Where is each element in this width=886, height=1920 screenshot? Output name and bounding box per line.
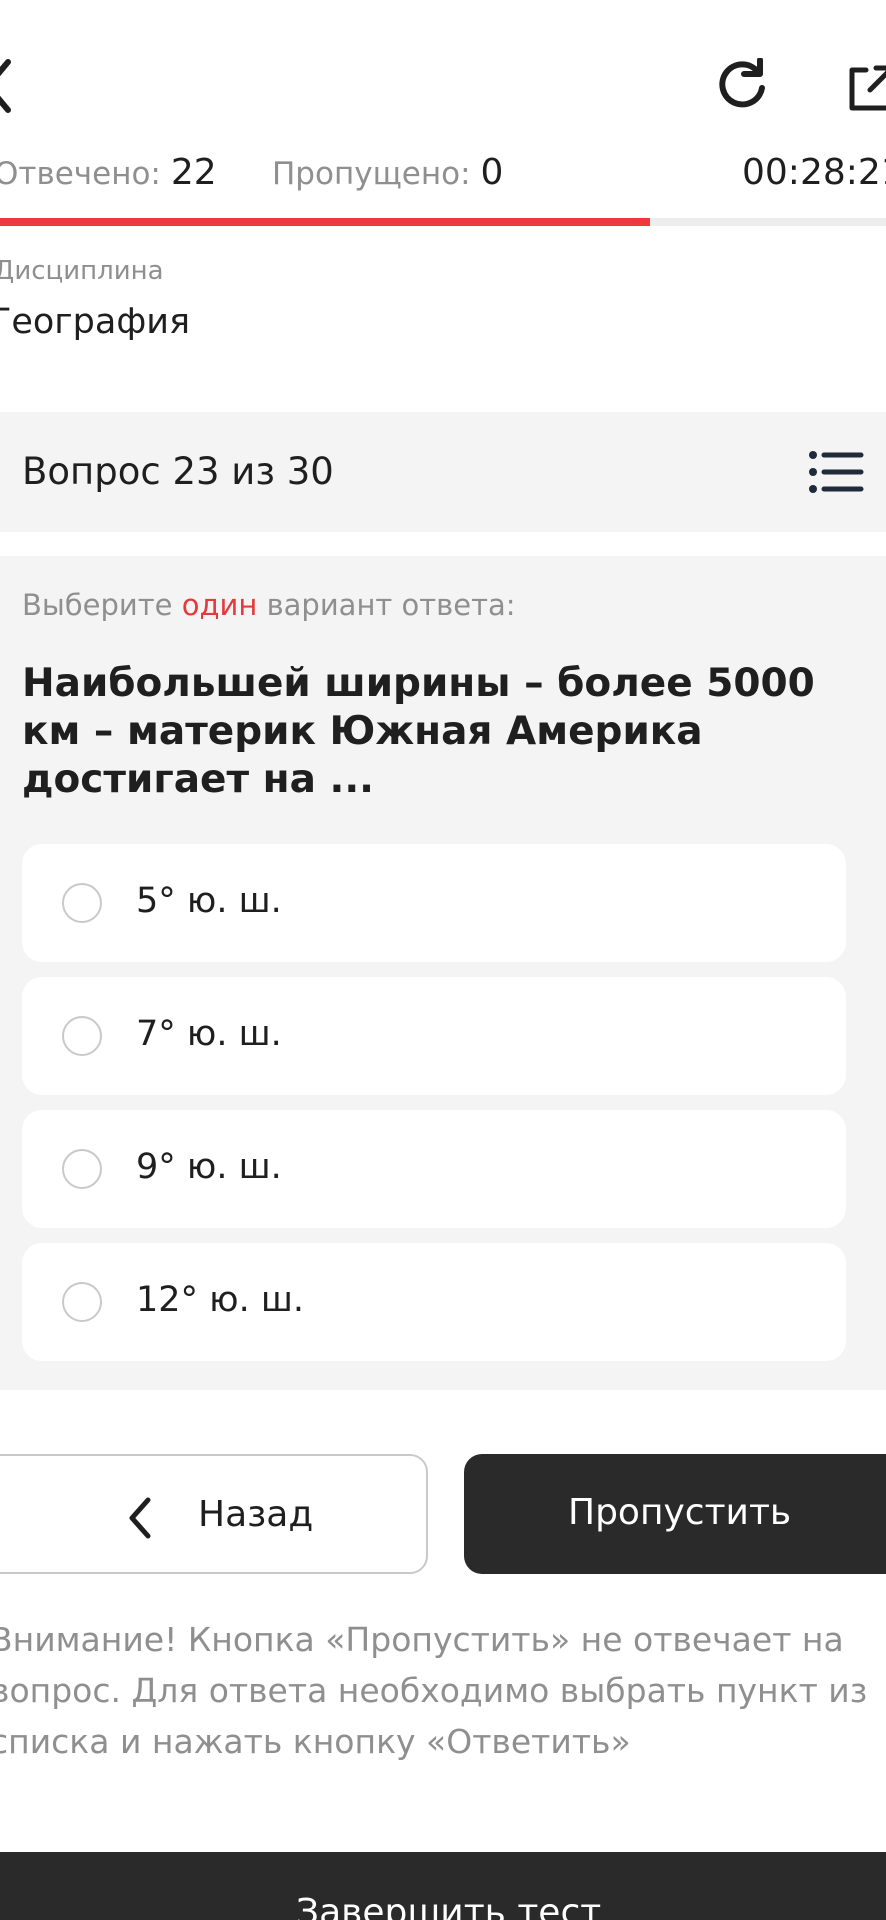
answer-instruction: Выберите один вариант ответа:	[22, 588, 516, 622]
discipline-caption: Дисциплина	[0, 256, 164, 286]
question-text: Наибольшей ширины – более 5000 км – мате…	[22, 661, 815, 802]
option-label: 12° ю. ш.	[136, 1280, 305, 1320]
list-icon[interactable]	[808, 450, 864, 494]
discipline-value: География	[0, 302, 191, 342]
question-header: Вопрос 23 из 30	[0, 412, 886, 532]
timer: 00:28:21	[742, 152, 886, 193]
answered-label: Отвечено:	[0, 156, 161, 192]
answer-option[interactable]: 9° ю. ш.	[22, 1110, 846, 1228]
chevron-left-icon[interactable]	[0, 56, 22, 116]
reload-icon[interactable]	[714, 58, 770, 114]
chevron-left-icon	[129, 1497, 151, 1539]
skipped-stat: Пропущено: 0	[272, 152, 503, 193]
finish-test-button[interactable]: Завершить тест	[0, 1852, 886, 1920]
progress-bar	[0, 218, 886, 226]
answered-count: 22	[170, 152, 217, 193]
external-link-icon[interactable]	[846, 62, 886, 114]
radio-button[interactable]	[62, 1282, 102, 1322]
radio-button[interactable]	[62, 1149, 102, 1189]
back-button-label: Назад	[198, 1494, 314, 1535]
question-body: Выберите один вариант ответа: Наибольшей…	[0, 556, 886, 1390]
test-page: Отвечено:22 Пропущено:0 00:28:21 Дисципл…	[0, 0, 886, 1920]
answer-option[interactable]: 5° ю. ш.	[22, 844, 846, 962]
answer-options: 5° ю. ш. 7° ю. ш. 9° ю. ш. 12° ю. ш.	[22, 844, 846, 1376]
answered-stat: Отвечено: 22	[0, 152, 217, 193]
skipped-count: 0	[480, 152, 504, 193]
option-label: 9° ю. ш.	[136, 1147, 282, 1187]
option-label: 7° ю. ш.	[136, 1014, 282, 1054]
option-label: 5° ю. ш.	[136, 881, 282, 921]
back-button[interactable]: Назад	[0, 1454, 428, 1574]
radio-button[interactable]	[62, 883, 102, 923]
instruction-text-start: Выберите	[22, 588, 173, 622]
finish-test-label: Завершить тест	[296, 1892, 602, 1920]
skip-notice: Внимание! Кнопка «Пропустить» не отвечае…	[0, 1620, 868, 1761]
skip-button[interactable]: Пропустить	[464, 1454, 886, 1574]
progress-fill	[0, 218, 650, 226]
instruction-accent: один	[181, 588, 258, 622]
skipped-label: Пропущено:	[272, 156, 471, 192]
radio-button[interactable]	[62, 1016, 102, 1056]
instruction-text-end: вариант ответа:	[266, 588, 516, 622]
skip-button-label: Пропустить	[568, 1492, 792, 1533]
question-counter: Вопрос 23 из 30	[22, 450, 334, 493]
answer-option[interactable]: 12° ю. ш.	[22, 1243, 846, 1361]
answer-option[interactable]: 7° ю. ш.	[22, 977, 846, 1095]
